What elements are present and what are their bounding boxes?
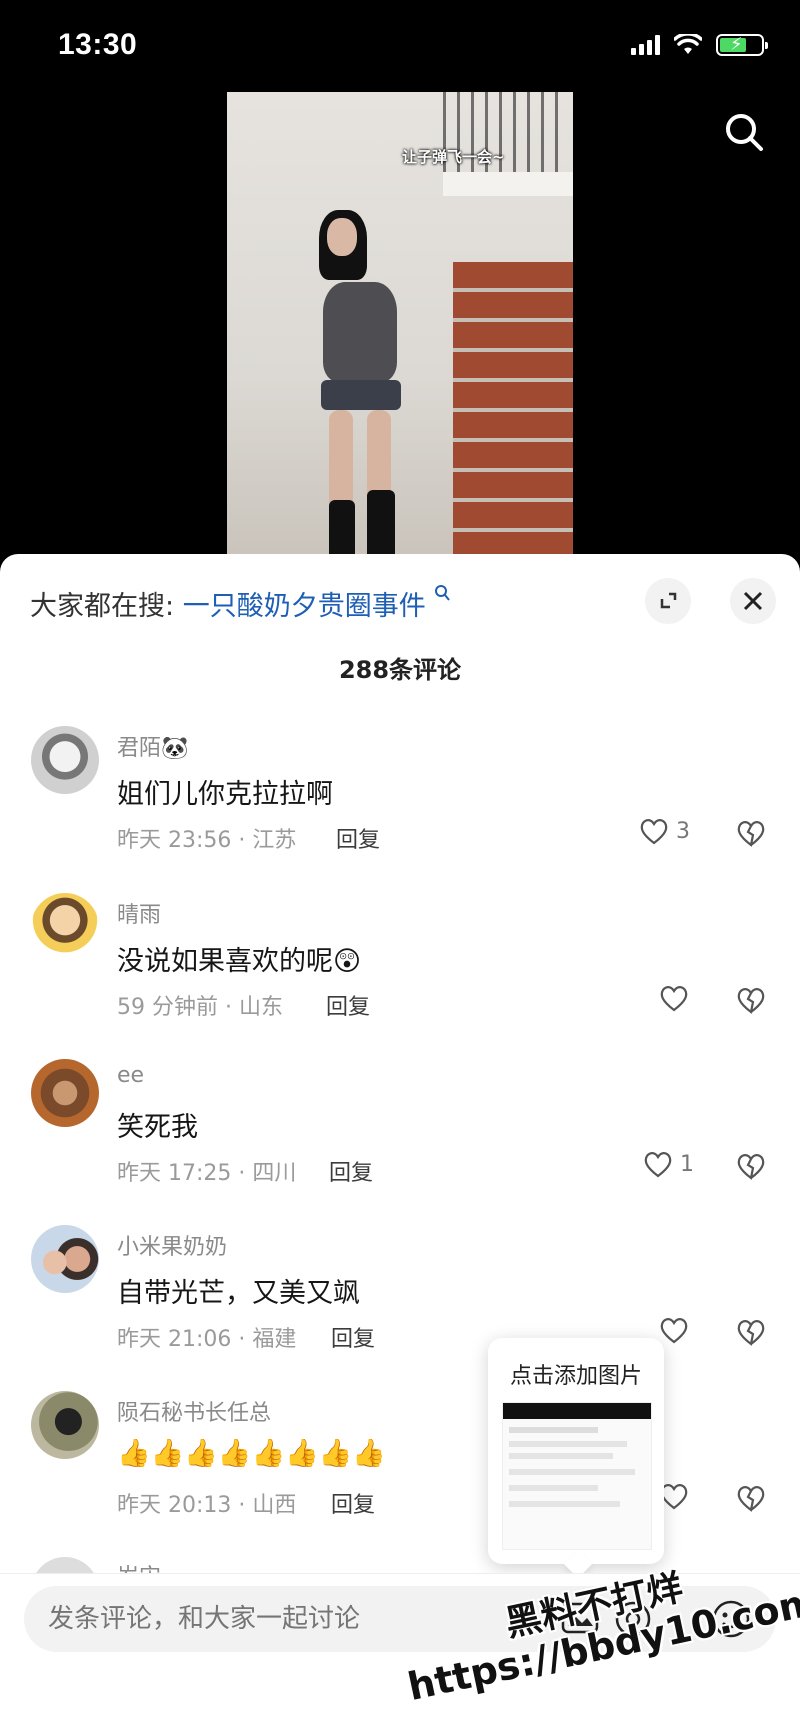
comment-text[interactable]: 👍👍👍👍👍👍👍👍 [117,1437,386,1469]
comment-author[interactable]: 晴雨 [117,897,161,929]
like-count: 3 [676,818,690,844]
broken-heart-icon[interactable] [734,1315,768,1349]
broken-heart-icon[interactable] [734,816,768,850]
avatar[interactable] [31,1557,99,1573]
list-item: 陨石秘书长任总 👍👍👍👍👍👍👍👍 昨天 20:13 · 山西 回复 [0,1391,800,1551]
reply-button[interactable]: 回复 [326,989,370,1021]
video-frame[interactable]: 让子弹飞一会~ [227,92,573,562]
avatar[interactable] [31,1059,99,1127]
comment-text[interactable]: 姐们儿你克拉拉啊 [117,772,333,811]
avatar[interactable] [31,893,99,961]
status-icons: ⚡ [631,34,768,56]
search-icon[interactable] [722,110,766,154]
list-item: 小米果奶奶 自带光芒，又美又飒 昨天 21:06 · 福建 回复 [0,1225,800,1385]
comment-text[interactable]: 笑死我 [117,1105,198,1144]
comment-meta: 昨天 21:06 · 福建 [117,1327,297,1352]
reply-button[interactable]: 回复 [336,822,380,854]
avatar[interactable] [31,1225,99,1293]
comment-text[interactable]: 没说如果喜欢的呢😲 [117,939,361,978]
comment-author[interactable]: 君陌🐼 [117,730,188,762]
comment-meta: 昨天 17:25 · 四川 [117,1161,297,1186]
like-button[interactable] [658,983,696,1013]
add-image-popup[interactable]: 点击添加图片 [488,1338,664,1579]
popup-title: 点击添加图片 [509,1364,642,1389]
broken-heart-icon[interactable] [734,983,768,1017]
screenshot-thumbnail[interactable] [502,1402,652,1550]
expand-button[interactable] [645,578,691,624]
comment-author[interactable]: 小米果奶奶 [117,1229,227,1261]
comment-author[interactable]: 陨石秘书长任总 [117,1395,271,1427]
avatar[interactable] [31,726,99,794]
expand-icon [660,592,677,609]
status-bar: 13:30 ⚡ [0,0,800,92]
broken-heart-icon[interactable] [734,1481,768,1515]
video-caption: 让子弹飞一会~ [402,148,505,166]
list-item: 晴雨 没说如果喜欢的呢😲 59 分钟前 · 山东 回复 [0,893,800,1053]
heart-icon [660,1318,688,1344]
battery-charging-icon: ⚡ [716,34,768,56]
reply-button[interactable]: 回复 [329,1155,373,1187]
like-button[interactable]: 3 [638,816,690,846]
comment-count: 288条评论 [338,656,462,684]
status-time: 13:30 [58,28,138,61]
list-item: 君陌🐼 姐们儿你克拉拉啊 昨天 23:56 · 江苏 回复 3 [0,726,800,886]
comment-meta: 昨天 20:13 · 山西 [117,1493,297,1518]
hot-search-banner[interactable]: 大家都在搜: 一只酸奶夕贵圈事件 [30,584,451,623]
comment-author[interactable]: ee [117,1063,144,1088]
comment-meta: 昨天 23:56 · 江苏 [117,828,297,853]
avatar[interactable] [31,1391,99,1459]
list-item: ee 笑死我 昨天 17:25 · 四川 回复 1 [0,1059,800,1219]
like-button[interactable]: 1 [642,1149,694,1179]
like-count: 1 [680,1151,694,1177]
comment-meta: 59 分钟前 · 山东 [117,995,283,1020]
cellular-signal-icon [631,35,660,55]
close-icon [743,591,763,611]
wifi-icon [674,34,702,54]
video-player[interactable]: 让子弹飞一会~ [0,92,800,562]
like-button[interactable] [658,1315,696,1345]
list-item: 岁宙 [0,1557,800,1573]
comment-text[interactable]: 自带光芒，又美又飒 [117,1271,360,1310]
hot-search-term[interactable]: 一只酸奶夕贵圈事件 [183,591,426,622]
reply-button[interactable]: 回复 [331,1321,375,1353]
broken-heart-icon[interactable] [734,1149,768,1183]
sheet-header: 大家都在搜: 一只酸奶夕贵圈事件 [0,554,800,638]
heart-icon [644,1152,672,1178]
comment-author[interactable]: 岁宙 [117,1559,161,1573]
close-button[interactable] [730,578,776,624]
heart-icon [660,986,688,1012]
hot-search-prefix: 大家都在搜: [30,591,175,622]
heart-icon [640,819,668,845]
reply-button[interactable]: 回复 [331,1487,375,1519]
search-small-icon [435,585,451,601]
